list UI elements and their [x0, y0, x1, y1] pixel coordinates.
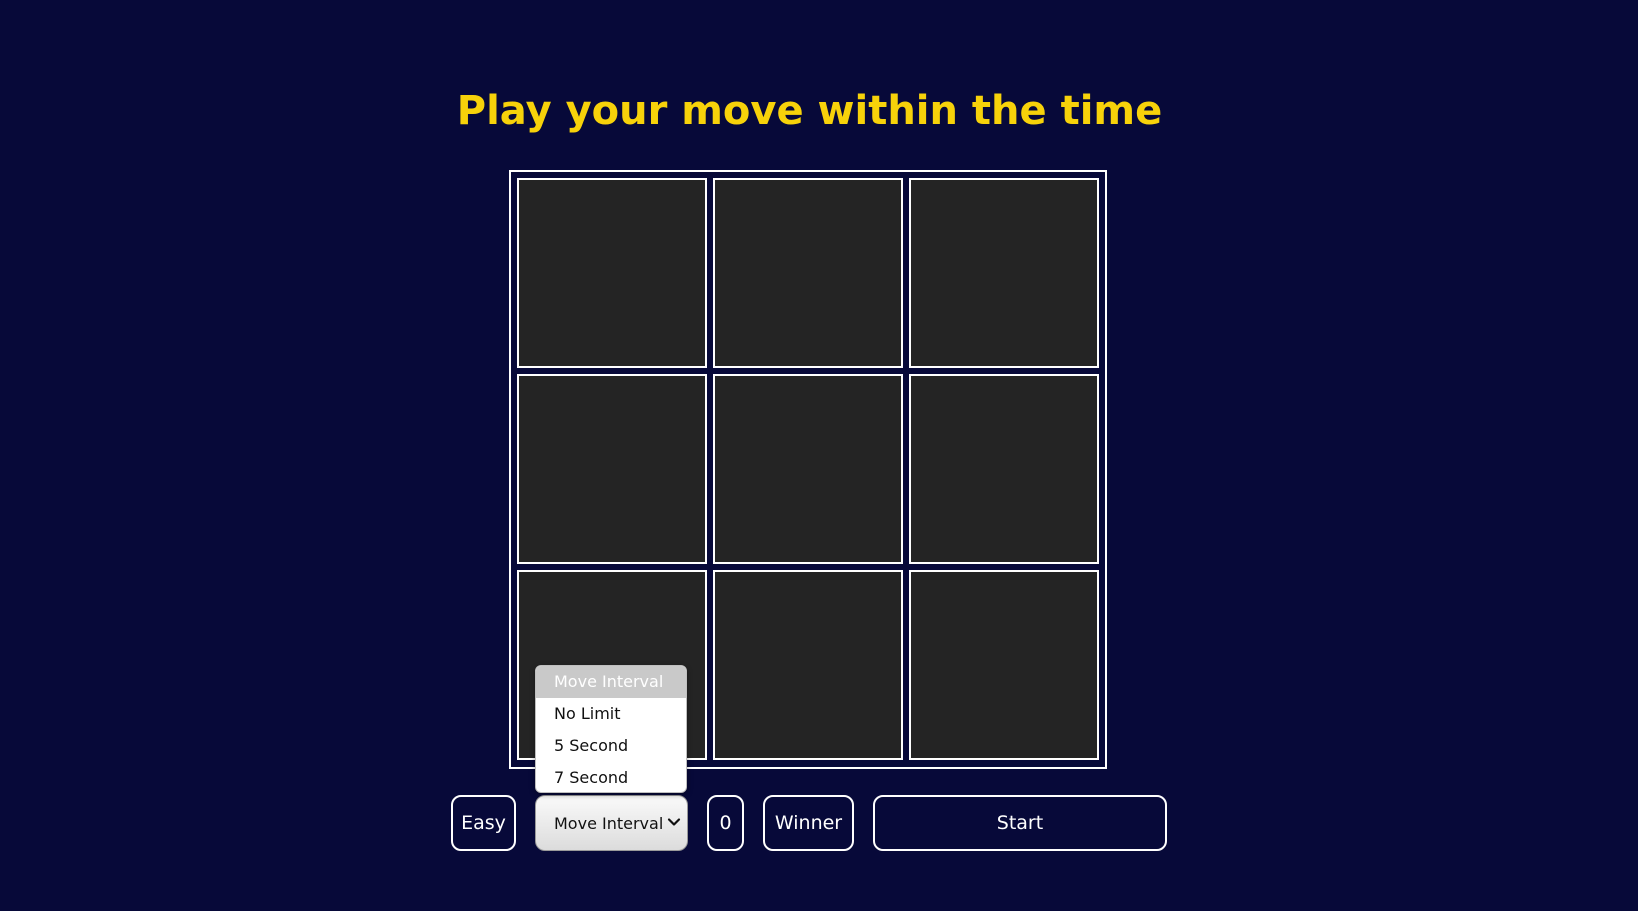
dropdown-option-no-limit[interactable]: No Limit [536, 698, 686, 730]
board-cell-5[interactable] [713, 374, 903, 564]
board-cell-8[interactable] [713, 570, 903, 760]
dropdown-option-5-second[interactable]: 5 Second [536, 730, 686, 762]
board-cell-9[interactable] [909, 570, 1099, 760]
difficulty-button[interactable]: Easy [451, 795, 516, 851]
board-cell-3[interactable] [909, 178, 1099, 368]
start-button[interactable]: Start [873, 795, 1167, 851]
move-interval-dropdown: Move Interval No Limit 5 Second 7 Second [535, 665, 687, 793]
dropdown-option-move-interval[interactable]: Move Interval [536, 666, 686, 698]
score-display: 0 [707, 795, 744, 851]
chevron-down-icon [667, 818, 681, 826]
board-cell-4[interactable] [517, 374, 707, 564]
winner-button[interactable]: Winner [763, 795, 854, 851]
move-interval-select[interactable]: Move Interval [535, 795, 688, 851]
board-cell-1[interactable] [517, 178, 707, 368]
page-title: Play your move within the time [456, 88, 1163, 134]
game-page: Play your move within the time Easy Move… [0, 0, 1638, 911]
board-cell-2[interactable] [713, 178, 903, 368]
move-interval-selected-value: Move Interval [554, 813, 664, 833]
dropdown-option-7-second[interactable]: 7 Second [536, 762, 686, 792]
board-cell-6[interactable] [909, 374, 1099, 564]
